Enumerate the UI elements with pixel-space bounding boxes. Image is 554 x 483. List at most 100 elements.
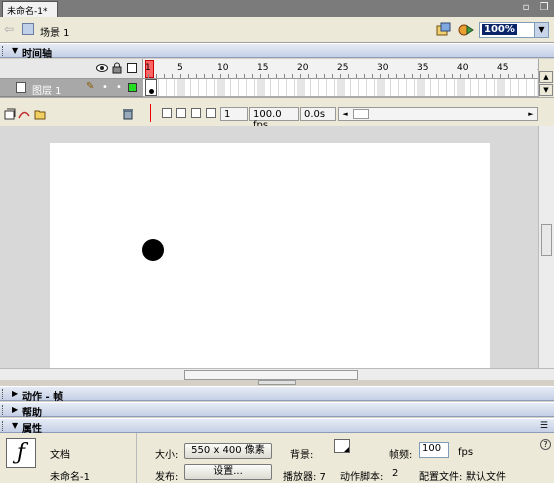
background-color-swatch[interactable] bbox=[334, 439, 350, 453]
ruler-tick bbox=[268, 74, 269, 78]
keyframe-dot bbox=[149, 89, 154, 94]
frame-cell-fifth bbox=[457, 79, 465, 96]
layer-name[interactable]: 图层 1 bbox=[32, 82, 62, 97]
frame-number-1: 1 bbox=[145, 63, 151, 73]
ruler-tick bbox=[532, 74, 533, 78]
frame-number-20: 20 bbox=[297, 63, 309, 73]
panel-grip[interactable] bbox=[2, 46, 6, 56]
ruler-tick bbox=[260, 74, 261, 78]
panel-grip[interactable] bbox=[2, 421, 6, 431]
trash-icon[interactable] bbox=[122, 108, 134, 120]
ruler-tick bbox=[212, 74, 213, 78]
frame-number-10: 10 bbox=[217, 63, 229, 73]
insert-layer-icon[interactable] bbox=[4, 108, 16, 120]
zoom-select[interactable]: 100% ▼ bbox=[479, 22, 549, 38]
zoom-value: 100% bbox=[482, 24, 517, 35]
back-arrow-icon[interactable]: ⇦ bbox=[4, 22, 18, 36]
restore-window-icon[interactable]: ❐ bbox=[538, 2, 550, 14]
help-panel-header[interactable]: ▶ 帮助 bbox=[0, 402, 554, 419]
scroll-up-button[interactable]: ▲ bbox=[539, 71, 553, 83]
eye-icon[interactable] bbox=[96, 63, 108, 76]
keyframe[interactable] bbox=[145, 79, 157, 96]
frame-ruler[interactable]: 151015202530354045505560 bbox=[143, 59, 538, 79]
visibility-dot[interactable]: • bbox=[102, 82, 108, 93]
ruler-tick bbox=[380, 74, 381, 78]
frame-number-30: 30 bbox=[377, 63, 389, 73]
stage-canvas[interactable] bbox=[50, 143, 490, 368]
help-panel-title: 帮助 bbox=[22, 408, 42, 419]
edit-multiple-frames-icon[interactable] bbox=[206, 108, 216, 118]
publish-settings-button[interactable]: 设置... bbox=[184, 464, 272, 480]
chevron-down-icon[interactable]: ▼ bbox=[534, 23, 548, 37]
stage-work-area[interactable] bbox=[0, 126, 538, 368]
stage-vertical-scrollbar[interactable] bbox=[538, 126, 554, 368]
flash-document-icon: ƒ bbox=[6, 438, 36, 468]
timeline-vertical-scrollbar[interactable]: ▲ ▼ bbox=[538, 59, 554, 97]
frame-rate-display[interactable]: 100.0 fps bbox=[249, 107, 299, 131]
actionscript-label: 动作脚本: bbox=[340, 472, 384, 483]
lock-icon[interactable] bbox=[112, 62, 122, 77]
document-tab-strip: 未命名-1* ▫ ❐ bbox=[0, 0, 554, 17]
collapse-triangle-icon[interactable]: ▼ bbox=[12, 46, 18, 55]
expand-triangle-icon[interactable]: ▶ bbox=[12, 405, 18, 414]
scroll-down-button[interactable]: ▼ bbox=[539, 84, 553, 96]
ruler-tick bbox=[220, 74, 221, 78]
expand-triangle-icon[interactable]: ▶ bbox=[12, 389, 18, 398]
timeline-panel-header[interactable]: ▼ 时间轴 bbox=[0, 43, 554, 60]
vertical-scroll-thumb[interactable] bbox=[541, 224, 552, 256]
motion-guide-icon[interactable] bbox=[18, 108, 30, 120]
document-size-button[interactable]: 550 x 400 像素 bbox=[184, 443, 272, 459]
panel-split-handle[interactable] bbox=[258, 380, 296, 385]
scene-label[interactable]: 场景 1 bbox=[40, 24, 70, 39]
minimize-window-icon[interactable]: ▫ bbox=[520, 2, 532, 14]
playhead-footer-line bbox=[150, 104, 151, 122]
ruler-tick bbox=[364, 74, 365, 78]
onion-skin-outlines-icon[interactable] bbox=[191, 108, 201, 118]
black-circle-shape[interactable] bbox=[142, 239, 164, 261]
collapse-triangle-icon[interactable]: ▼ bbox=[12, 421, 18, 430]
layer-row[interactable]: 图层 1 ✎ • • bbox=[0, 79, 143, 97]
properties-panel-header[interactable]: ▼ 属性 ☰ bbox=[0, 418, 554, 435]
frame-number-45: 45 bbox=[497, 63, 509, 73]
frame-rate-input[interactable]: 100 bbox=[419, 442, 449, 458]
center-frame-icon[interactable] bbox=[162, 108, 172, 118]
property-inspector: ƒ 文档 未命名-1 大小: 550 x 400 像素 发布: 设置... 背景… bbox=[0, 433, 554, 483]
panel-options-icon[interactable]: ☰ bbox=[540, 421, 548, 431]
timeline-horizontal-scrollbar[interactable]: ◄ ► bbox=[338, 107, 538, 121]
onion-skin-icon[interactable] bbox=[176, 108, 186, 118]
outline-color-swatch[interactable] bbox=[128, 83, 137, 92]
horizontal-scroll-thumb[interactable] bbox=[184, 370, 358, 380]
ruler-tick bbox=[396, 74, 397, 78]
lock-dot[interactable]: • bbox=[116, 82, 122, 93]
scroll-thumb[interactable] bbox=[353, 109, 369, 119]
document-type-label: 文档 bbox=[50, 450, 70, 461]
document-tab[interactable]: 未命名-1* bbox=[2, 1, 58, 17]
outline-icon[interactable] bbox=[127, 63, 137, 73]
ruler-tick bbox=[148, 74, 149, 78]
actions-panel-header[interactable]: ▶ 动作 - 帧 bbox=[0, 386, 554, 403]
frame-grid[interactable] bbox=[143, 79, 538, 97]
edit-symbols-icon[interactable] bbox=[436, 22, 452, 38]
player-version-label: 播放器: 7 bbox=[283, 472, 326, 483]
help-icon[interactable]: ? bbox=[540, 439, 551, 450]
ruler-tick bbox=[420, 74, 421, 78]
panel-grip[interactable] bbox=[2, 389, 6, 399]
ruler-tick bbox=[428, 74, 429, 78]
timeline: 图层 1 ✎ • • 151015202530354045505560 ▲ ▼ bbox=[0, 59, 554, 131]
ruler-tick bbox=[244, 74, 245, 78]
ruler-tick bbox=[332, 74, 333, 78]
publish-label: 发布: bbox=[155, 472, 179, 483]
edit-scene-icon[interactable] bbox=[458, 22, 474, 38]
document-name: 未命名-1 bbox=[50, 472, 90, 483]
panel-grip[interactable] bbox=[2, 405, 6, 415]
frame-number-35: 35 bbox=[417, 63, 429, 73]
size-label: 大小: bbox=[155, 450, 179, 461]
ruler-tick bbox=[404, 74, 405, 78]
scroll-left-button[interactable]: ◄ bbox=[339, 108, 351, 120]
profile-value[interactable]: 默认文件 bbox=[466, 468, 506, 483]
scroll-right-button[interactable]: ► bbox=[525, 108, 537, 120]
ruler-tick bbox=[348, 74, 349, 78]
divider bbox=[136, 433, 137, 483]
insert-folder-icon[interactable] bbox=[34, 108, 46, 120]
stage-horizontal-scrollbar[interactable] bbox=[0, 368, 554, 380]
